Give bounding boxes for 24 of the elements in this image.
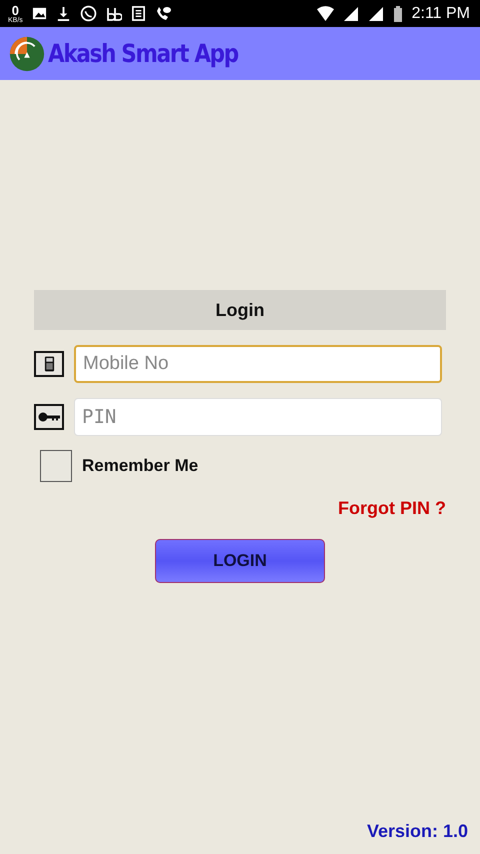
app-title: Akash Smart App <box>48 39 238 68</box>
forgot-pin-link[interactable]: Forgot PIN ? <box>338 498 446 519</box>
wifi-icon <box>316 5 334 22</box>
checkbox-label: Remember Me <box>82 456 198 476</box>
battery-icon <box>392 6 403 22</box>
download-icon <box>56 6 71 21</box>
app-logo-icon <box>8 34 46 72</box>
phone-icon <box>154 6 171 22</box>
speed-value: 0 <box>12 4 20 16</box>
signal-icon <box>368 6 384 22</box>
signal-icon <box>342 6 359 22</box>
checkbox[interactable] <box>40 450 72 482</box>
form-heading: Login <box>34 290 446 330</box>
mobile-number-field[interactable]: Mobile No <box>74 345 442 383</box>
clock: 2:11 PM <box>412 4 470 22</box>
mobile-phone-icon <box>44 356 54 372</box>
login-button[interactable]: LOGIN <box>155 539 325 583</box>
chat-bubble-icon <box>80 5 97 22</box>
version-label: Version: 1.0 <box>366 821 468 842</box>
key-icon <box>38 412 60 422</box>
image-icon <box>32 6 47 21</box>
document-icon <box>130 6 146 21</box>
bb-icon <box>106 6 122 22</box>
pin-field[interactable]: PIN <box>74 398 442 436</box>
